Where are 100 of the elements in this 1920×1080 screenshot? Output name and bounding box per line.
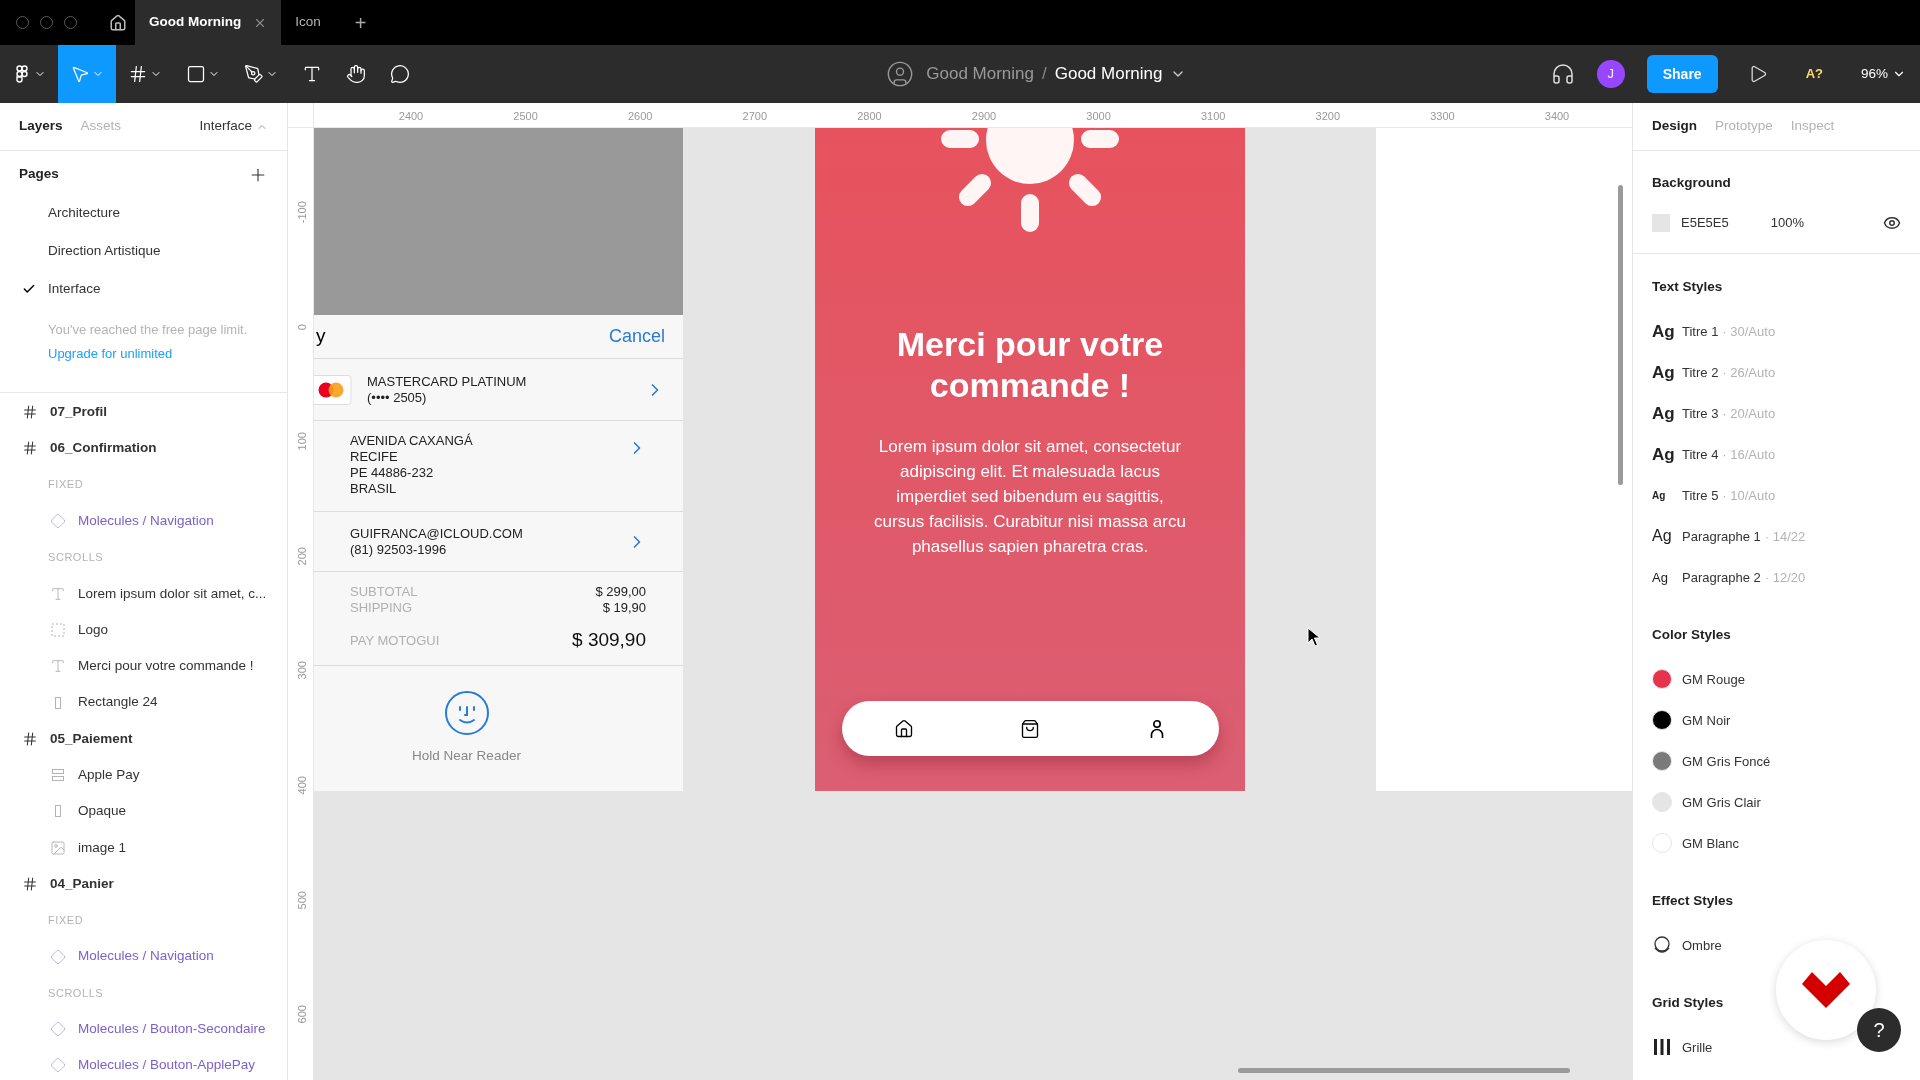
group-icon: [50, 621, 66, 638]
page-item[interactable]: Interface: [48, 278, 101, 300]
help-button[interactable]: ?: [1857, 1008, 1901, 1052]
text-style-name[interactable]: Titre 4: [1682, 444, 1719, 464]
layer-item[interactable]: image 1: [78, 837, 127, 858]
user-icon: [886, 60, 915, 88]
address-line: AVENIDA CAXANGÁ: [350, 433, 473, 449]
thank-you-title: Merci pour votre commande !: [895, 324, 1165, 406]
file-tab[interactable]: Good Morning: [135, 0, 282, 45]
ruler-label: 3300: [1430, 109, 1455, 124]
ruler-label: 3000: [1086, 109, 1111, 124]
ruler-label: 100: [294, 431, 309, 453]
page-item[interactable]: Direction Artistique: [48, 240, 161, 262]
grid-style-name[interactable]: Grille: [1682, 1037, 1713, 1057]
layer-item[interactable]: Apple Pay: [78, 765, 140, 786]
contact-line: (81) 92503-1996: [350, 541, 448, 558]
vertical-scrollbar[interactable]: [1618, 185, 1623, 485]
opacity-value[interactable]: 100%: [1770, 213, 1804, 233]
ruler-label: 200: [294, 545, 309, 568]
layer-item[interactable]: Molecules / Bouton-Secondaire: [78, 1019, 266, 1040]
headphones-icon[interactable]: [1550, 62, 1575, 86]
layer-item[interactable]: Rectangle 24: [78, 692, 158, 713]
layer-item[interactable]: Molecules / Bouton-ApplePay: [78, 1055, 256, 1076]
section-heading: Effect Styles: [1652, 892, 1734, 908]
type-sample: Ag: [1652, 526, 1673, 547]
ruler-label: 0: [294, 322, 309, 332]
frame-icon: [22, 876, 38, 892]
text-style-spec: · 20/Auto: [1722, 404, 1776, 423]
section-label: FIXED: [48, 913, 84, 929]
page-item[interactable]: Architecture: [48, 202, 121, 224]
zoom-menu[interactable]: 96%: [1860, 63, 1906, 85]
color-style-name[interactable]: GM Noir: [1682, 710, 1731, 730]
missing-fonts-indicator[interactable]: A?: [1805, 64, 1823, 84]
color-swatch[interactable]: [1652, 214, 1670, 232]
section-heading: Grid Styles: [1652, 994, 1724, 1010]
layer-item[interactable]: Logo: [78, 619, 109, 641]
text-style-name[interactable]: Titre 2: [1682, 362, 1719, 382]
type-sample: Ag: [1652, 320, 1676, 343]
effect-style-name[interactable]: Ombre: [1682, 935, 1722, 955]
text-style-name[interactable]: Titre 3: [1682, 403, 1719, 423]
text-style-name[interactable]: Paragraphe 1: [1682, 526, 1761, 546]
body-text: Lorem ipsum dolor sit amet, consectetur adipiscing elit. Et malesuada lacus imperdiet sed bibendum eu sagittis, cursus facilisis. Curabitur nisi massa arcu phasellus sapien pharetra cras.: [873, 436, 1187, 558]
text-style-name[interactable]: Titre 5: [1682, 485, 1719, 505]
section-heading: Text Styles: [1652, 278, 1723, 294]
text-style-spec: · 30/Auto: [1722, 322, 1776, 341]
file-name[interactable]: Good Morning: [1054, 61, 1163, 87]
pay-amount: $ 309,90: [572, 628, 646, 652]
horizontal-scrollbar[interactable]: [1238, 1068, 1570, 1073]
layer-item[interactable]: 05_Paiement: [50, 728, 133, 749]
contact-line: GUIFRANCA@ICLOUD.COM: [350, 525, 523, 542]
cancel-button[interactable]: Cancel: [608, 323, 665, 350]
panel-tab[interactable]: Design: [1652, 116, 1697, 137]
layer-item[interactable]: 07_Profil: [50, 402, 108, 423]
card-number: (•••• 2505): [367, 389, 428, 406]
type-sample: Ag: [1652, 568, 1669, 587]
hex-value[interactable]: E5E5E5: [1681, 213, 1729, 233]
sheet-title: y: [315, 324, 327, 349]
layer-item[interactable]: Molecules / Navigation: [78, 946, 214, 967]
color-style-name[interactable]: GM Rouge: [1682, 669, 1745, 689]
ruler-label: 400: [294, 775, 309, 797]
section-label: FIXED: [48, 477, 84, 493]
text-icon: [50, 585, 66, 602]
home-icon[interactable]: [109, 13, 127, 32]
layer-item[interactable]: 04_Panier: [50, 873, 114, 895]
page-selector[interactable]: Interface: [199, 116, 268, 137]
user-avatar[interactable]: J: [1596, 60, 1625, 88]
text-style-name[interactable]: Titre 1: [1682, 321, 1719, 341]
layer-item[interactable]: 06_Confirmation: [50, 438, 157, 459]
component-icon: [50, 948, 66, 965]
breadcrumb-separator: /: [1042, 63, 1047, 86]
file-tab[interactable]: Icon: [281, 0, 335, 45]
new-tab-button[interactable]: +: [334, 0, 387, 45]
layer-item[interactable]: Opaque: [78, 801, 127, 822]
color-style-name[interactable]: GM Gris Clair: [1682, 792, 1761, 812]
address-line: BRASIL: [350, 481, 398, 497]
type-sample: Ag: [1652, 402, 1676, 425]
text-style-name[interactable]: Paragraphe 2: [1682, 567, 1761, 587]
project-name[interactable]: Good Morning: [926, 61, 1034, 87]
rectangle-icon: [186, 64, 206, 84]
total-label: SUBTOTAL: [350, 584, 418, 600]
layer-item[interactable]: Molecules / Navigation: [78, 510, 214, 532]
home-icon[interactable]: [893, 718, 914, 739]
text-icon: [302, 64, 322, 84]
pointer-icon: [70, 64, 90, 84]
frame-icon: [128, 64, 148, 84]
ruler-label: 500: [294, 889, 309, 912]
eye-icon[interactable]: [1883, 214, 1901, 232]
page-limit-note: You've reached the free page limit.: [48, 321, 249, 339]
type-sample: Ag: [1652, 488, 1667, 503]
ruler-label: 3400: [1544, 109, 1570, 124]
frame-icon: [22, 440, 38, 457]
layer-item[interactable]: Merci pour votre commande !: [78, 656, 254, 677]
bag-icon[interactable]: [1020, 718, 1040, 739]
component-icon: [50, 1057, 66, 1074]
panel-tab[interactable]: Layers: [19, 116, 63, 137]
text-style-spec: · 10/Auto: [1722, 486, 1776, 505]
color-style-name[interactable]: GM Blanc: [1682, 833, 1740, 853]
layer-item[interactable]: Lorem ipsum dolor sit amet, c...: [78, 583, 267, 604]
ruler-label: 2500: [513, 109, 538, 124]
color-style-name[interactable]: GM Gris Foncé: [1682, 751, 1771, 771]
